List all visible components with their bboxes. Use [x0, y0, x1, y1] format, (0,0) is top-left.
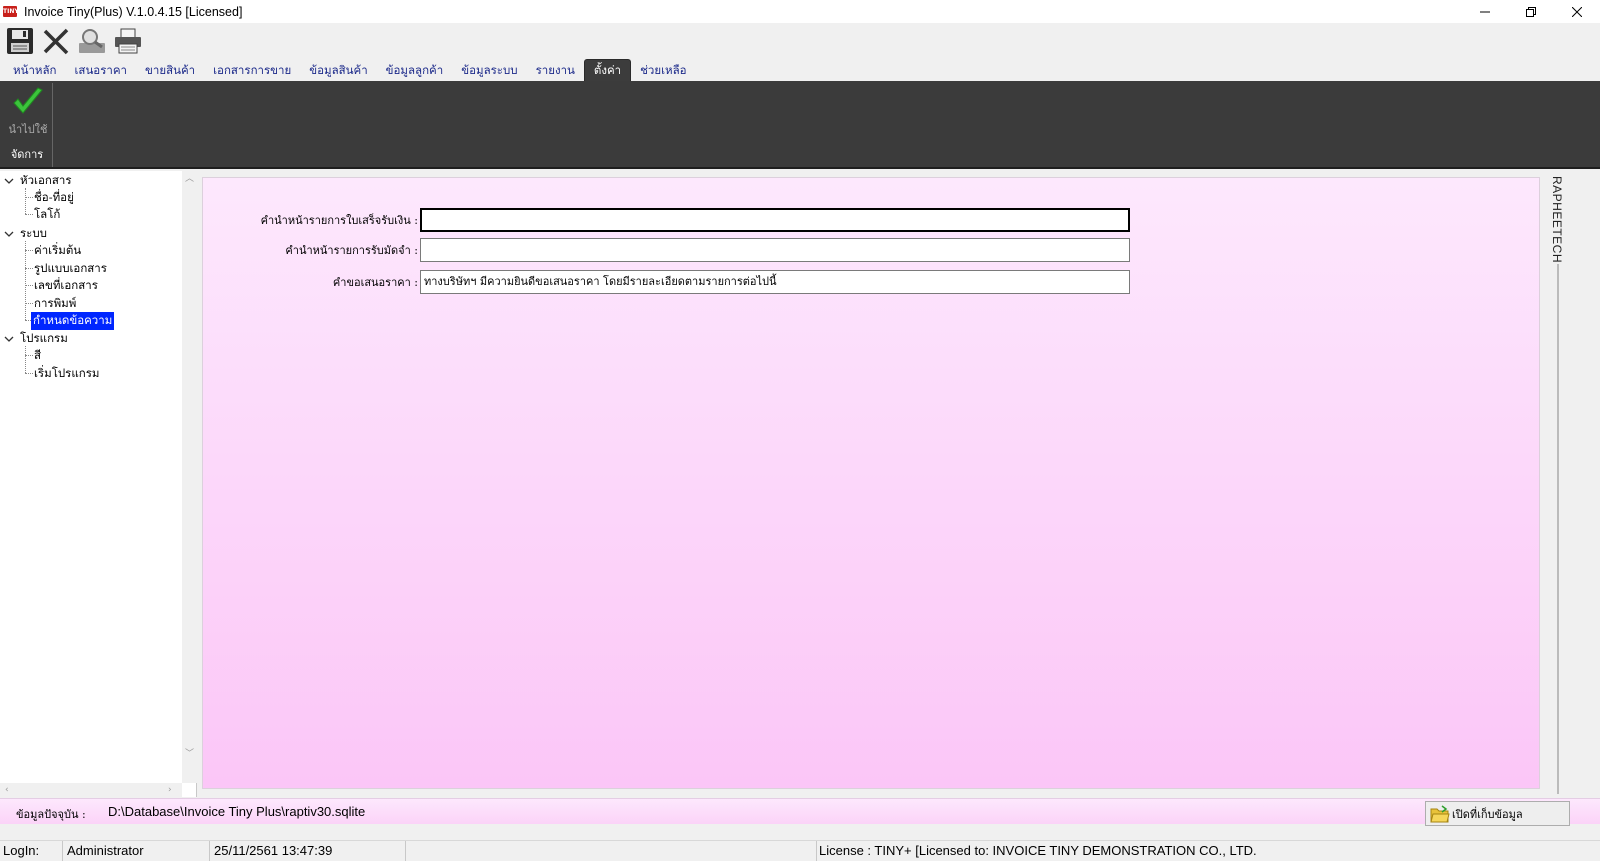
title-bar: TINY Invoice Tiny(Plus) V.1.0.4.15 [Lice…	[0, 0, 1600, 23]
ribbon-group-manage: นำไปใช้ จัดการ	[2, 83, 53, 167]
tree-item-startup[interactable]: เริ่มโปรแกรม	[32, 365, 101, 382]
tree-group-system[interactable]: ระบบ	[18, 225, 49, 242]
quotation-text-input[interactable]: ทางบริษัทฯ มีความยินดีขอเสนอราคา โดยมีรา…	[420, 270, 1130, 294]
current-db-path: D:\Database\Invoice Tiny Plus\raptiv30.s…	[108, 804, 366, 819]
deposit-prefix-row: คำนำหน้ารายการรับมัดจำ :	[203, 238, 1130, 262]
status-datetime: 25/11/2561 13:47:39	[211, 841, 406, 861]
tab-sales-documents[interactable]: เอกสารการขาย	[204, 61, 300, 81]
receipt-prefix-label: คำนำหน้ารายการใบเสร็จรับเงิน :	[260, 214, 418, 227]
chevron-down-icon[interactable]	[4, 229, 14, 239]
ribbon-group-label: จัดการ	[10, 148, 44, 161]
print-icon	[115, 28, 141, 54]
tree-item-define-text[interactable]: กำหนดข้อความ	[31, 311, 115, 330]
apply-button[interactable]: นำไปใช้	[6, 86, 50, 142]
logged-in-user: Administrator	[64, 841, 210, 861]
tree-item-document-number[interactable]: เลขที่เอกสาร	[32, 277, 100, 294]
tree-connector	[25, 188, 26, 214]
checkmark-icon	[13, 87, 43, 114]
open-database-label: เปิดที่เก็บข้อมูล	[1452, 807, 1523, 821]
window-title: Invoice Tiny(Plus) V.1.0.4.15 [Licensed]	[24, 4, 243, 19]
tree-item-label: ชื่อ-ที่อยู่	[34, 189, 74, 204]
tree-item-name-address[interactable]: ชื่อ-ที่อยู่	[32, 189, 76, 206]
license-info: License : TINY+ [Licensed to: INVOICE TI…	[819, 843, 1257, 858]
deposit-prefix-input[interactable]	[420, 238, 1130, 262]
preview-icon	[79, 29, 105, 53]
tree-item-color[interactable]: สี	[32, 347, 43, 364]
tab-home[interactable]: หน้าหลัก	[4, 61, 66, 81]
side-divider	[1557, 264, 1559, 794]
restore-button[interactable]	[1508, 0, 1554, 23]
chevron-down-icon[interactable]	[4, 334, 14, 344]
deposit-prefix-label: คำนำหน้ารายการรับมัดจำ :	[285, 244, 418, 257]
window-controls	[1462, 0, 1600, 23]
text-settings-panel: คำนำหน้ารายการใบเสร็จรับเงิน : คำนำหน้าร…	[202, 177, 1540, 789]
scroll-up-icon[interactable]: ︿	[185, 174, 194, 184]
print-button[interactable]	[112, 25, 144, 57]
tree-item-label: การพิมพ์	[34, 295, 77, 310]
tree-group-label: โปรแกรม	[20, 330, 68, 345]
status-spacer	[407, 841, 817, 861]
minimize-button[interactable]	[1462, 0, 1508, 23]
tree-connector	[25, 241, 26, 320]
scroll-right-icon[interactable]: ›	[168, 785, 172, 795]
tree-item-label: เริ่มโปรแกรม	[34, 365, 100, 380]
scroll-down-icon[interactable]: ﹀	[185, 749, 194, 759]
save-button[interactable]	[4, 25, 36, 57]
tab-reports[interactable]: รายงาน	[527, 61, 584, 81]
tab-system-data[interactable]: ข้อมูลระบบ	[452, 61, 526, 81]
tree-item-label: กำหนดข้อความ	[31, 311, 115, 330]
tree-item-logo[interactable]: โลโก้	[32, 206, 62, 223]
tree-item-label: สี	[34, 347, 42, 362]
quotation-text-label: คำขอเสนอราคา :	[332, 276, 418, 289]
tab-products[interactable]: ข้อมูลสินค้า	[300, 61, 376, 81]
tree-item-defaults[interactable]: ค่าเริ่มต้น	[32, 242, 83, 259]
cancel-icon	[43, 28, 69, 55]
tree-group-document-header[interactable]: หัวเอกสาร	[18, 172, 74, 189]
tree-item-label: เลขที่เอกสาร	[34, 277, 98, 292]
status-bar: LogIn: Administrator 25/11/2561 13:47:39…	[0, 840, 1600, 861]
tree-item-printing[interactable]: การพิมพ์	[32, 295, 78, 312]
apply-label: นำไปใช้	[8, 123, 48, 136]
tab-customers[interactable]: ข้อมูลลูกค้า	[377, 61, 453, 81]
restore-icon	[1526, 6, 1536, 17]
chevron-down-icon[interactable]	[4, 176, 14, 186]
tab-quotation[interactable]: เสนอราคา	[66, 61, 137, 81]
ribbon: นำไปใช้ จัดการ	[0, 81, 1600, 169]
open-database-button[interactable]: เปิดที่เก็บข้อมูล	[1425, 801, 1570, 826]
tree-item-label: ค่าเริ่มต้น	[34, 242, 82, 257]
cancel-button[interactable]	[40, 25, 72, 57]
tree-item-label: โลโก้	[34, 206, 61, 221]
tree-item-label: รูปแบบเอกสาร	[34, 260, 107, 275]
preview-button[interactable]	[76, 25, 108, 57]
receipt-prefix-row: คำนำหน้ารายการใบเสร็จรับเงิน :	[203, 208, 1130, 232]
tree-horizontal-scrollbar[interactable]: ‹ ›	[0, 783, 182, 797]
tab-help[interactable]: ช่วยเหลือ	[631, 61, 695, 81]
tab-settings[interactable]: ตั้งค่า	[583, 59, 632, 81]
receipt-prefix-input[interactable]	[420, 208, 1130, 232]
current-db-label: ข้อมูลปัจจุบัน :	[16, 808, 86, 821]
scroll-left-icon[interactable]: ‹	[5, 785, 9, 795]
database-bar: ข้อมูลปัจจุบัน : D:\Database\Invoice Tin…	[0, 798, 1600, 826]
app-logo: TINY	[3, 6, 19, 17]
content-area: คำนำหน้ารายการใบเสร็จรับเงิน : คำนำหน้าร…	[198, 171, 1545, 797]
toolbar	[0, 23, 1600, 59]
tree-item-document-format[interactable]: รูปแบบเอกสาร	[32, 260, 109, 277]
tree-group-program[interactable]: โปรแกรม	[18, 330, 70, 347]
tree-connector	[25, 346, 26, 373]
close-icon	[1572, 6, 1582, 17]
tree-group-label: หัวเอกสาร	[20, 172, 72, 187]
menu-bar: หน้าหลัก เสนอราคา ขายสินค้า เอกสารการขาย…	[0, 59, 1600, 81]
tab-sales[interactable]: ขายสินค้า	[136, 61, 204, 81]
tree-vertical-scrollbar[interactable]: ︿ ﹀	[182, 171, 197, 783]
save-icon	[7, 28, 33, 54]
brand-vertical-text: RAPHEETECH	[1550, 176, 1564, 264]
settings-tree: หัวเอกสาร ชื่อ-ที่อยู่ โลโก้ ระบบ ค่าเริ…	[0, 171, 197, 797]
login-label: LogIn:	[0, 841, 63, 861]
minimize-icon	[1480, 11, 1490, 12]
close-button[interactable]	[1554, 0, 1600, 23]
folder-open-icon	[1430, 805, 1450, 823]
quotation-text-row: คำขอเสนอราคา : ทางบริษัทฯ มีความยินดีขอเ…	[203, 270, 1130, 294]
tree-group-label: ระบบ	[20, 225, 47, 240]
